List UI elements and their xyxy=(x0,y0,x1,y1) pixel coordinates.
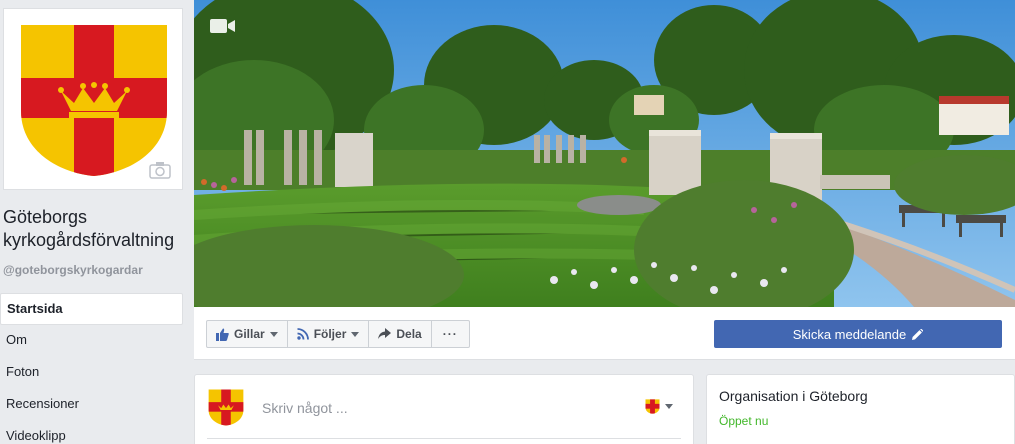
nav-item-videoklipp[interactable]: Videoklipp xyxy=(0,421,183,444)
action-button-group: Gillar Följer Dela ··· xyxy=(206,320,470,348)
cover-image-memorial-garden xyxy=(194,0,1015,307)
send-message-button[interactable]: Skicka meddelande xyxy=(714,320,1002,348)
chevron-down-icon xyxy=(351,331,360,337)
nav-item-foton[interactable]: Foton xyxy=(0,357,183,389)
like-button[interactable]: Gillar xyxy=(206,320,288,348)
follow-button-label: Följer xyxy=(313,327,347,341)
post-as-selector[interactable] xyxy=(645,399,673,414)
pencil-icon xyxy=(912,328,924,340)
cover-photo[interactable] xyxy=(194,0,1015,307)
page-title-line1: Göteborgs xyxy=(3,207,88,227)
like-button-label: Gillar xyxy=(234,327,265,341)
chevron-down-icon xyxy=(665,404,673,409)
page-title-line2: kyrkogårdsförvaltning xyxy=(3,230,175,250)
video-icon xyxy=(210,19,235,33)
nav-item-startsida[interactable]: Startsida xyxy=(0,293,183,325)
composer-divider xyxy=(207,438,681,439)
follow-button[interactable]: Följer xyxy=(286,320,370,348)
left-column: Göteborgs kyrkogårdsförvaltning @gotebor… xyxy=(0,0,186,444)
thumbs-up-icon xyxy=(216,328,229,341)
share-arrow-icon xyxy=(378,328,392,339)
church-shield-logo xyxy=(21,25,167,176)
more-options-button[interactable]: ··· xyxy=(430,320,470,348)
page-action-bar: Gillar Följer Dela ··· Skicka meddelande xyxy=(194,307,1015,360)
page-category[interactable]: Organisation i Göteborg xyxy=(719,388,868,404)
camera-icon[interactable] xyxy=(149,161,171,179)
post-composer: Skriv något ... xyxy=(194,374,694,444)
opening-status[interactable]: Öppet nu xyxy=(719,414,768,428)
page-handle[interactable]: @goteborgskyrkogardar xyxy=(3,263,143,277)
rss-icon xyxy=(296,328,309,340)
share-button-label: Dela xyxy=(396,327,422,341)
page-avatar-icon xyxy=(645,399,660,414)
composer-input[interactable]: Skriv något ... xyxy=(262,400,348,416)
profile-picture[interactable] xyxy=(3,8,183,190)
page-info-card: Organisation i Göteborg Öppet nu xyxy=(706,374,1015,444)
avatar xyxy=(208,389,244,426)
chevron-down-icon xyxy=(269,331,278,337)
nav-item-recensioner[interactable]: Recensioner xyxy=(0,389,183,421)
send-message-label: Skicka meddelande xyxy=(792,326,907,342)
more-icon: ··· xyxy=(442,327,458,341)
nav-item-om[interactable]: Om xyxy=(0,325,183,357)
page-nav: Startsida Om Foton Recensioner Videoklip… xyxy=(0,293,183,444)
page-title[interactable]: Göteborgs kyrkogårdsförvaltning xyxy=(3,206,186,252)
share-button[interactable]: Dela xyxy=(368,320,432,348)
